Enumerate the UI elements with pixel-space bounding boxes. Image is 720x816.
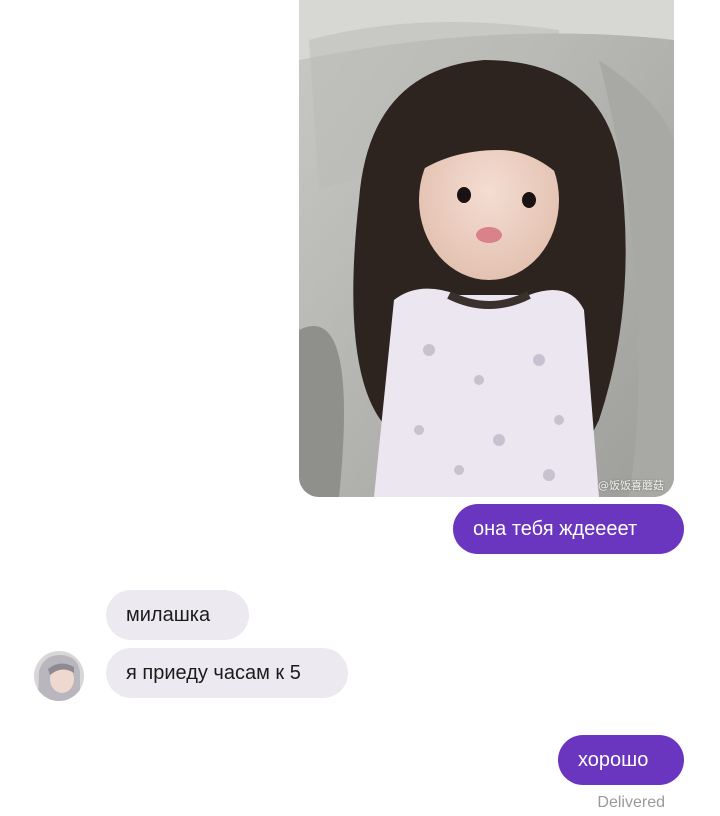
photo-message[interactable]: @饭饭喜蘑菇 <box>299 0 674 497</box>
incoming-message[interactable]: милашка <box>106 590 249 640</box>
avatar[interactable] <box>34 651 84 701</box>
outgoing-message[interactable]: хорошо <box>558 735 684 785</box>
delivery-status: Delivered <box>597 794 665 811</box>
incoming-message[interactable]: я приеду часам к 5 <box>106 648 348 698</box>
girl-photo-icon <box>299 0 674 497</box>
photo-watermark: @饭饭喜蘑菇 <box>598 479 664 492</box>
outgoing-message[interactable]: она тебя ждеееет <box>453 504 684 554</box>
